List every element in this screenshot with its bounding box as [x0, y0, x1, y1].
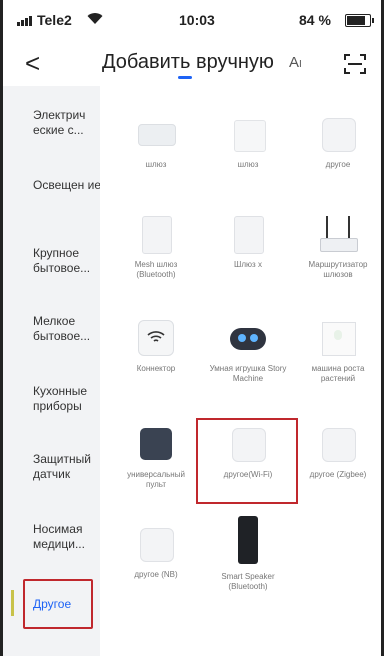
- device-tile-other[interactable]: другое: [298, 114, 378, 170]
- device-tile-smart-speaker[interactable]: Smart Speaker (Bluetooth): [208, 516, 288, 592]
- device-label: Smart Speaker (Bluetooth): [221, 572, 275, 591]
- device-label: другое: [325, 160, 351, 169]
- category-sidebar: Электрич еские с... Освещен ие Крупное б…: [3, 86, 103, 656]
- device-tile-story-machine[interactable]: Умная игрушка Story Machine: [208, 318, 288, 384]
- device-tile-gateway-2[interactable]: шлюз: [208, 114, 288, 170]
- device-label: Коннектор: [136, 364, 176, 373]
- generic-device-icon: [318, 424, 358, 464]
- device-tile-gateway[interactable]: шлюз: [116, 114, 196, 170]
- generic-device-icon: [136, 524, 176, 564]
- device-label: машина роста растений: [311, 364, 365, 383]
- frame-border-left: [0, 0, 3, 656]
- device-label: шлюз: [145, 160, 167, 169]
- nav-header: < Добавить вручную AI: [3, 40, 381, 86]
- back-button[interactable]: <: [25, 50, 40, 76]
- speaker-icon: [228, 516, 268, 566]
- device-tile-plant-grower[interactable]: машина роста растений: [298, 318, 378, 384]
- gateway-icon: [228, 214, 268, 254]
- device-tile-connector[interactable]: Коннектор: [116, 318, 196, 374]
- page-title: Добавить вручную: [102, 51, 274, 73]
- status-bar: Tele2 10:03 84 %: [3, 0, 381, 40]
- device-label: Умная игрушка Story Machine: [209, 364, 287, 383]
- carrier-label: Tele2: [37, 12, 72, 28]
- clock: 10:03: [179, 12, 215, 28]
- device-label: другое (NB): [134, 570, 178, 579]
- connector-icon: [136, 318, 176, 358]
- scan-icon[interactable]: [343, 52, 367, 76]
- sidebar-item-large-appliances[interactable]: Крупное бытовое...: [33, 246, 103, 276]
- selected-device-highlight: [196, 418, 298, 504]
- wifi-icon: [87, 13, 103, 24]
- selected-category-highlight: [23, 579, 93, 629]
- gateway-icon: [228, 114, 268, 154]
- device-grid: шлюз шлюз другое Mesh шлюз (Bluetooth) Ш…: [100, 86, 381, 656]
- device-label: универсальный пульт: [127, 470, 185, 489]
- app-frame: Tele2 10:03 84 % < Добавить вручную AI Э…: [0, 0, 384, 656]
- sidebar-item-electrical[interactable]: Электрич еские с...: [33, 108, 103, 138]
- ai-button[interactable]: AI: [289, 54, 302, 71]
- sidebar-item-kitchen[interactable]: Кухонные приборы: [33, 384, 103, 414]
- device-label: Шлюз x: [234, 260, 262, 269]
- sidebar-item-lighting[interactable]: Освещен ие: [33, 178, 103, 193]
- remote-icon: [136, 424, 176, 464]
- battery-percent: 84 %: [299, 12, 331, 28]
- sidebar-item-wearable-medical[interactable]: Носимая медици...: [33, 522, 103, 552]
- device-tile-gateway-x[interactable]: Шлюз x: [208, 214, 288, 270]
- device-label: Маршрутизатор шлюзов: [308, 260, 368, 279]
- device-tile-mesh-gateway[interactable]: Mesh шлюз (Bluetooth): [116, 214, 196, 280]
- device-tile-gateway-router[interactable]: Маршрутизатор шлюзов: [298, 214, 378, 280]
- generic-device-icon: [318, 114, 358, 154]
- device-tile-other-zigbee[interactable]: другое (Zigbee): [298, 424, 378, 480]
- sidebar-item-small-appliances[interactable]: Мелкое бытовое...: [33, 314, 103, 344]
- router-icon: [318, 214, 358, 254]
- selection-indicator: [11, 590, 14, 616]
- device-label: шлюз: [237, 160, 259, 169]
- title-underline: [178, 76, 192, 79]
- plant-grower-icon: [318, 318, 358, 358]
- device-tile-other-nb[interactable]: другое (NB): [116, 524, 196, 580]
- signal-icon: [17, 16, 32, 26]
- device-tile-universal-remote[interactable]: универсальный пульт: [116, 424, 196, 490]
- gateway-icon: [136, 114, 176, 154]
- battery-icon: [345, 14, 374, 27]
- device-label: Mesh шлюз (Bluetooth): [134, 260, 178, 279]
- device-label: другое (Zigbee): [309, 470, 367, 479]
- toy-robot-icon: [228, 318, 268, 358]
- mesh-gateway-icon: [136, 214, 176, 254]
- sidebar-item-security-sensor[interactable]: Защитный датчик: [33, 452, 103, 482]
